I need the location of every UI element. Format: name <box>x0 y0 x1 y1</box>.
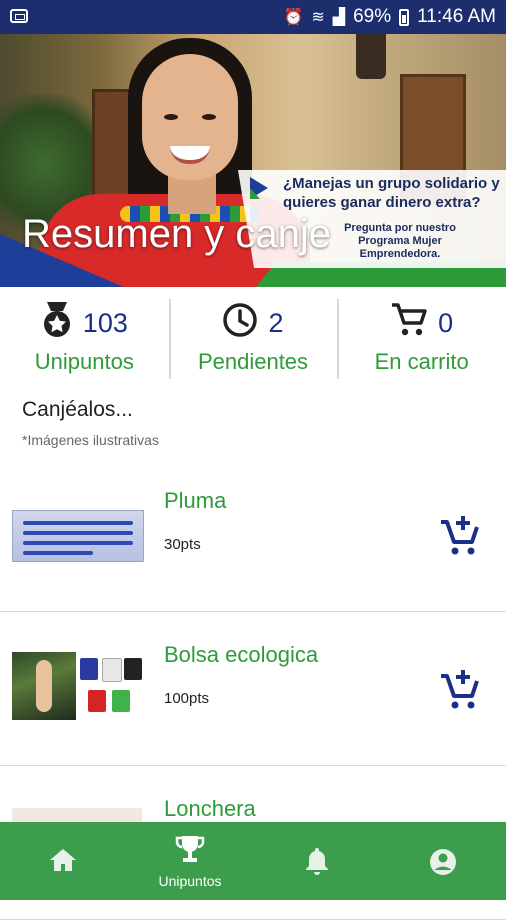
bell-icon <box>304 846 330 880</box>
catalog-note: *Imágenes ilustrativas <box>22 432 159 448</box>
add-to-cart-icon[interactable] <box>438 668 482 712</box>
cart-icon <box>390 302 428 345</box>
stat-value: 103 <box>82 307 128 338</box>
signal-icon: ▟ <box>332 9 346 26</box>
stat-value: 0 <box>438 307 454 338</box>
product-points: 100pts <box>164 690 210 707</box>
alarm-icon: ⏰ <box>283 9 304 26</box>
nav-notifications[interactable] <box>254 822 380 900</box>
clock-icon <box>222 302 258 345</box>
banner-lamp <box>356 34 386 79</box>
account-icon <box>429 848 457 880</box>
promo-play-icon <box>250 177 268 199</box>
page-title: Resumen y canje <box>22 212 332 256</box>
promo-question: ¿Manejas un grupo solidario y quieres ga… <box>283 175 500 211</box>
stat-label: Pendientes <box>197 349 309 374</box>
product-name: Lonchera <box>164 796 256 821</box>
status-bar-right: ⏰ ≋ ▟ 69% 11:46 AM <box>283 0 496 34</box>
list-item[interactable]: Pluma 30pts <box>0 458 506 612</box>
stat-pendientes[interactable]: 2 Pendientes <box>168 287 338 387</box>
nav-label: Unipuntos <box>158 873 222 889</box>
home-icon <box>49 848 77 876</box>
notification-icon <box>10 9 28 23</box>
product-name: Pluma <box>164 488 227 513</box>
stat-label: Unipuntos <box>34 349 134 374</box>
battery-percent: 69% <box>353 6 392 27</box>
battery-icon <box>399 8 410 26</box>
smile <box>170 146 210 164</box>
stat-value: 2 <box>268 307 284 338</box>
catalog-title: Canjéalos... <box>22 398 133 421</box>
banner-person-face <box>142 54 238 180</box>
stats-row: 103 Unipuntos 2 Pendientes 0 En carrito <box>0 287 506 387</box>
product-image-pluma <box>12 510 144 562</box>
medal-icon <box>41 301 73 345</box>
nav-home[interactable] <box>0 822 126 900</box>
promo-subtext: Pregunta por nuestro Programa Mujer Empr… <box>344 222 456 260</box>
stat-en-carrito[interactable]: 0 En carrito <box>337 287 506 387</box>
nav-profile[interactable] <box>380 822 506 900</box>
wifi-icon: ≋ <box>311 9 325 26</box>
banner-person-neck <box>168 174 216 214</box>
stat-unipuntos[interactable]: 103 Unipuntos <box>0 287 169 387</box>
stat-label: En carrito <box>374 349 469 374</box>
product-image-bolsa <box>12 652 142 720</box>
nav-unipuntos[interactable]: Unipuntos <box>126 822 254 900</box>
bottom-navigation: Unipuntos <box>0 822 506 900</box>
product-name: Bolsa ecologica <box>164 642 319 667</box>
status-bar: ⏰ ≋ ▟ 69% 11:46 AM <box>0 0 506 34</box>
trophy-icon <box>175 834 205 872</box>
clock-time: 11:46 AM <box>417 6 496 27</box>
eye-left <box>164 114 178 120</box>
list-item[interactable]: Bolsa ecologica 100pts <box>0 612 506 766</box>
add-to-cart-icon[interactable] <box>438 514 482 558</box>
eye-right <box>202 114 216 120</box>
header-banner: ¿Manejas un grupo solidario y quieres ga… <box>0 34 506 287</box>
product-points: 30pts <box>164 536 201 553</box>
